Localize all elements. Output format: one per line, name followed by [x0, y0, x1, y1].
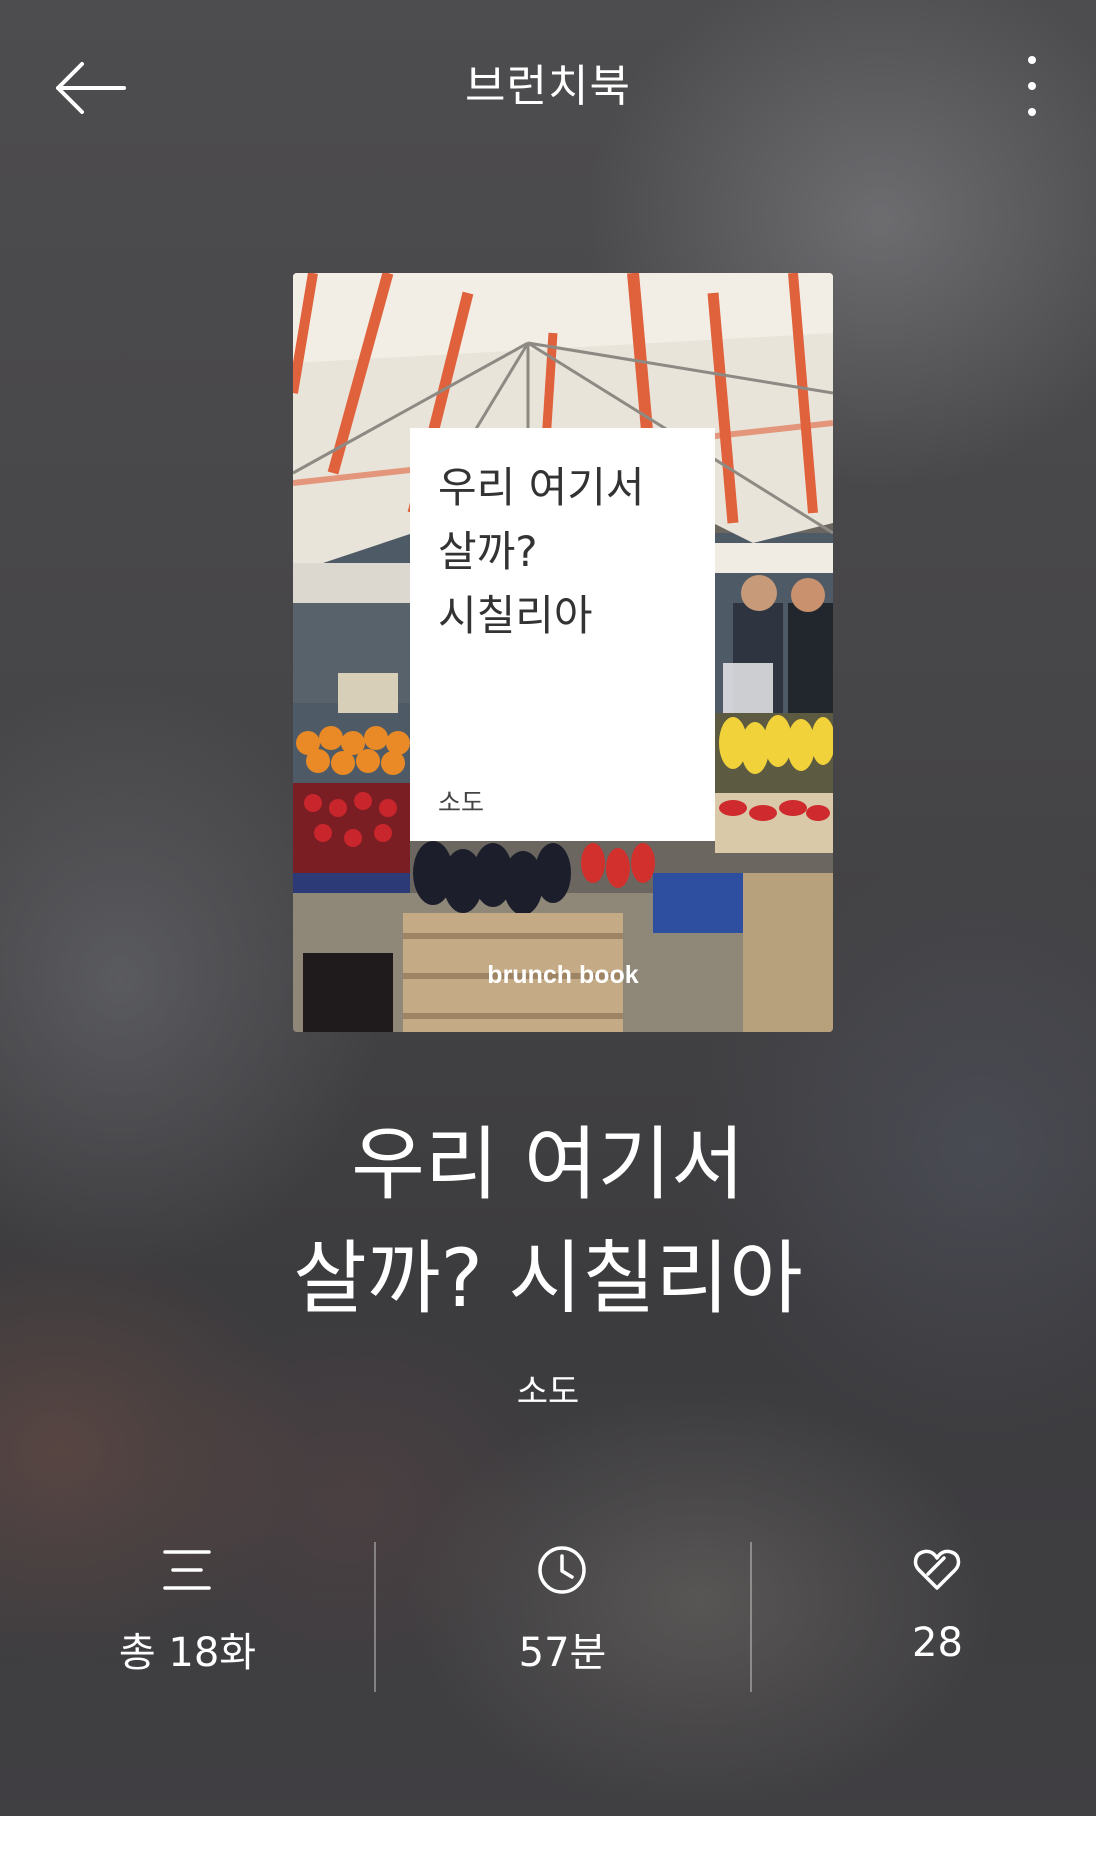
list-icon	[163, 1550, 211, 1590]
reading-time: 57분	[518, 1630, 607, 1676]
stat-divider	[750, 1542, 752, 1692]
reading-time-stat: 57분	[375, 1540, 750, 1690]
book-stats: 총 18화 57분 28	[0, 1540, 1096, 1690]
more-options-button[interactable]	[1010, 52, 1054, 132]
cover-card-author: 소도	[438, 788, 485, 817]
likes-stat[interactable]: 28	[750, 1540, 1096, 1690]
episodes-count: 총 18화	[118, 1630, 257, 1676]
bottom-edge	[0, 1816, 1096, 1852]
episodes-stat[interactable]: 총 18화	[0, 1540, 375, 1690]
clock-icon	[538, 1546, 586, 1594]
heart-icon	[913, 1549, 961, 1590]
book-title: 우리 여기서 살까? 시칠리아	[293, 1118, 803, 1325]
cover-title-card: 우리 여기서 살까? 시칠리아 소도	[410, 428, 715, 841]
page-title: 브런치북	[465, 61, 631, 112]
book-cover[interactable]: 우리 여기서 살까? 시칠리아 소도 brunch book	[293, 273, 833, 1032]
stat-divider	[374, 1542, 376, 1692]
brunch-book-logo: brunch book	[487, 961, 639, 989]
cover-card-title: 우리 여기서 살까? 시칠리아	[438, 463, 645, 640]
book-author[interactable]: 소도	[0, 1364, 1096, 1413]
likes-count: 28	[912, 1620, 963, 1666]
more-vertical-icon	[1028, 56, 1036, 116]
